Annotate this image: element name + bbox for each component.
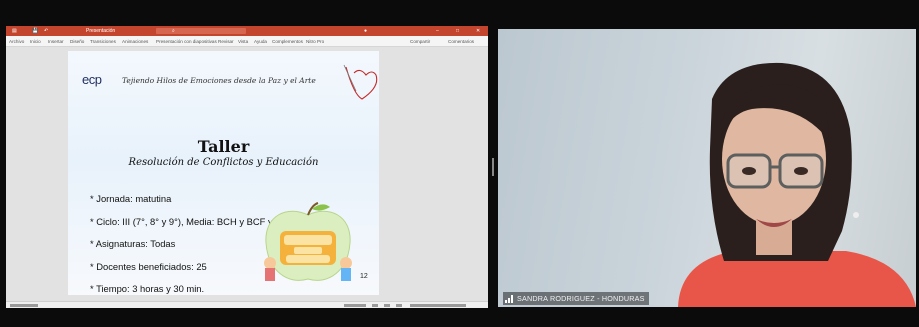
panel-divider-handle[interactable]: [492, 158, 494, 176]
slide-workspace: ecp Tejiendo Hilos de Emociones desde la…: [6, 47, 488, 301]
ecp-logo: ecp: [82, 72, 102, 87]
tab-revisar[interactable]: Revisar: [218, 39, 234, 44]
presentation-window: ▤ 💾 ↶ Presentación ⌕ ● – □ ✕ Archivo Ini…: [6, 26, 488, 308]
tab-presentacion[interactable]: Presentación con diapositivas: [156, 39, 217, 44]
heart-needle-icon: [343, 64, 378, 100]
slide-subtitle: Resolución de Conflictos y Educación: [128, 157, 319, 168]
participant-name: SANDRA RODRIGUEZ - HONDURAS: [517, 294, 645, 303]
apple-illustration: [264, 202, 352, 281]
tab-transiciones[interactable]: Transiciones: [90, 39, 116, 44]
tab-insertar[interactable]: Insertar: [48, 39, 64, 44]
participant-name-label: SANDRA RODRIGUEZ - HONDURAS: [503, 292, 649, 305]
notes-button[interactable]: [344, 304, 366, 307]
tab-archivo[interactable]: Archivo: [9, 39, 24, 44]
undo-icon[interactable]: ↶: [44, 28, 48, 34]
ribbon-tabs: Archivo Inicio Insertar Diseño Transicio…: [6, 36, 488, 47]
maximize-icon[interactable]: □: [456, 28, 459, 34]
slide[interactable]: ecp Tejiendo Hilos de Emociones desde la…: [68, 51, 379, 295]
zoom-slider[interactable]: [410, 304, 466, 307]
tab-animaciones[interactable]: Animaciones: [122, 39, 148, 44]
tab-vista[interactable]: Vista: [238, 39, 248, 44]
participant-video: SANDRA RODRIGUEZ - HONDURAS: [498, 29, 916, 307]
search-box[interactable]: ⌕: [156, 28, 246, 34]
minimize-icon[interactable]: –: [436, 28, 439, 34]
normal-view-icon[interactable]: [372, 304, 378, 307]
comments-button[interactable]: Comentarios: [448, 39, 474, 44]
slide-page-number: 12: [360, 273, 368, 280]
close-icon[interactable]: ✕: [476, 28, 480, 34]
reading-view-icon[interactable]: [396, 304, 402, 307]
account-avatar[interactable]: ●: [364, 28, 367, 34]
window-title: Presentación: [86, 28, 116, 34]
status-bar: [6, 301, 488, 308]
slide-title: Taller: [197, 137, 250, 156]
sorter-view-icon[interactable]: [384, 304, 390, 307]
status-slide-info: [10, 304, 38, 307]
share-button[interactable]: Compartir: [410, 39, 430, 44]
tab-complementos[interactable]: Complementos: [272, 39, 303, 44]
tab-diseno[interactable]: Diseño: [70, 39, 84, 44]
tab-nitro[interactable]: Nitro Pro: [306, 39, 324, 44]
tab-inicio[interactable]: Inicio: [30, 39, 41, 44]
app-menu-icon[interactable]: ▤: [12, 28, 17, 34]
slide-motto: Tejiendo Hilos de Emociones desde la Paz…: [122, 76, 316, 85]
title-bar: ▤ 💾 ↶ Presentación ⌕ ● – □ ✕: [6, 26, 488, 36]
search-icon: ⌕: [172, 28, 175, 34]
save-icon[interactable]: 💾: [32, 28, 38, 34]
tab-ayuda[interactable]: Ayuda: [254, 39, 267, 44]
signal-strength-icon: [505, 295, 513, 304]
participant-figure: [678, 62, 916, 307]
